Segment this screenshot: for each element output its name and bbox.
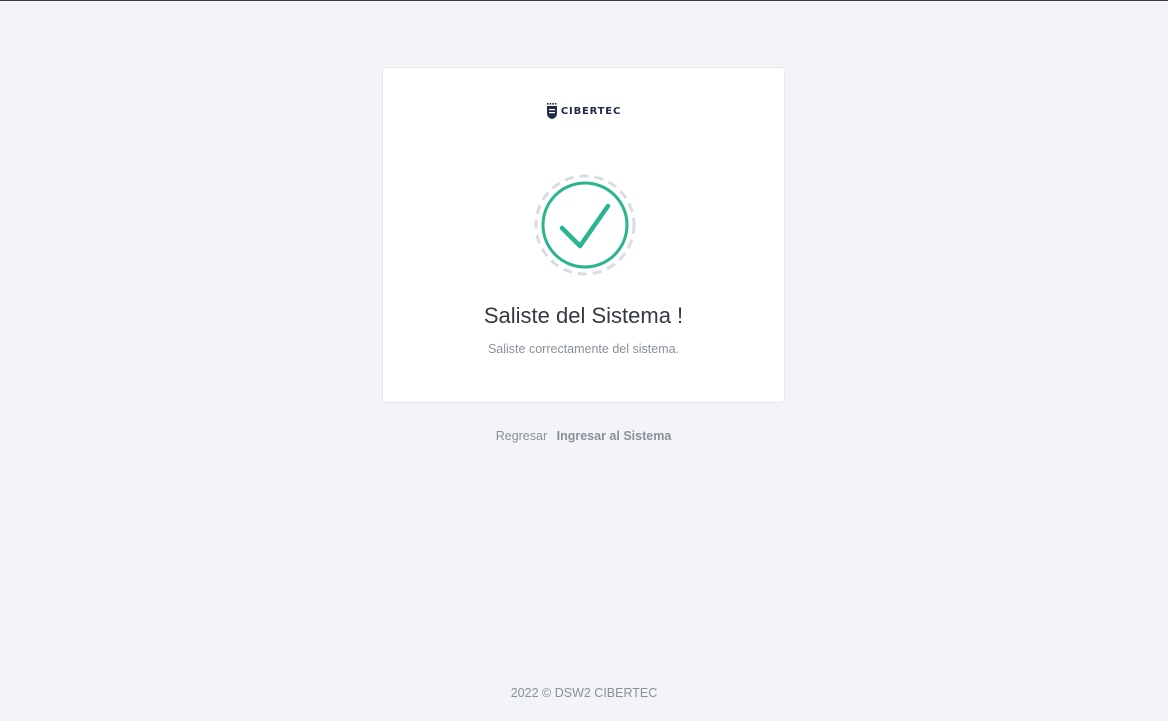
brand-logo: CIBERTEC — [383, 103, 784, 119]
logout-card: CIBERTEC Saliste del Sistema ! Saliste c… — [382, 67, 785, 403]
back-label: Regresar — [495, 429, 548, 443]
signin-link[interactable]: Ingresar al Sistema — [557, 429, 672, 443]
success-check-graphic — [533, 173, 637, 277]
page-title: Saliste del Sistema ! — [483, 303, 684, 328]
shield-icon — [546, 103, 557, 119]
window-top-border — [0, 0, 1168, 1]
brand-name: CIBERTEC — [560, 105, 622, 117]
auth-links: Regresar Ingresar al Sistema — [382, 429, 785, 443]
logout-message: Saliste correctamente del sistema. — [487, 342, 680, 356]
check-circle-icon — [534, 174, 636, 276]
footer-copyright: 2022 © DSW2 CIBERTEC — [510, 686, 658, 700]
